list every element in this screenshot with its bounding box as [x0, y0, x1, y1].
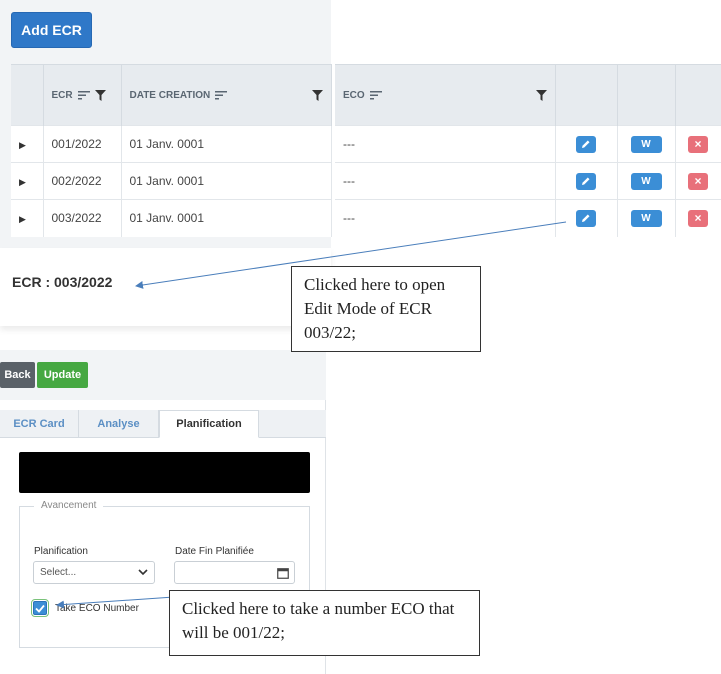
- callout-arrow: [56, 596, 175, 609]
- callout-text: Clicked here to open Edit Mode of ECR 00…: [304, 275, 446, 342]
- annotation-callout-edit: Clicked here to open Edit Mode of ECR 00…: [291, 266, 481, 352]
- callout-text: Clicked here to take a number ECO that w…: [182, 599, 455, 642]
- annotation-callout-eco: Clicked here to take a number ECO that w…: [169, 590, 480, 656]
